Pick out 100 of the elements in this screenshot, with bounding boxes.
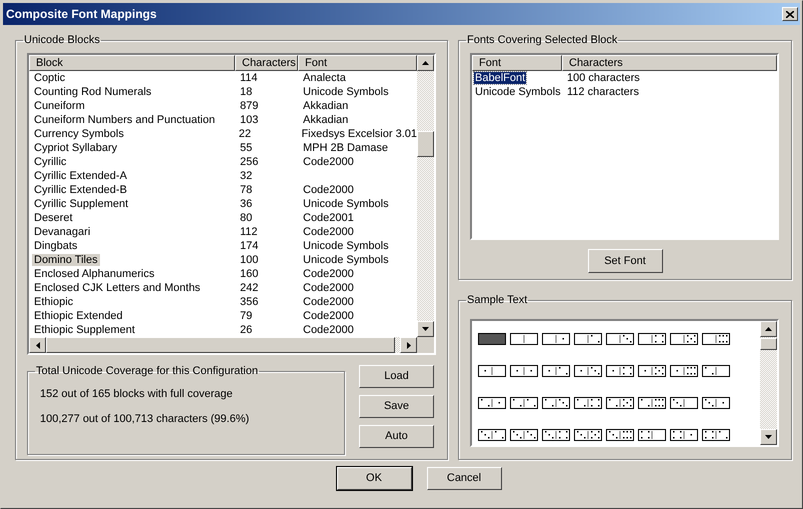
- block-name[interactable]: Cuneiform: [32, 100, 87, 112]
- character-count: 112 characters: [566, 85, 639, 99]
- group-title: Unicode Blocks: [23, 34, 101, 47]
- block-name[interactable]: Cypriot Syllabary: [32, 142, 120, 154]
- domino-tile-icon: [670, 397, 698, 409]
- domino-tile-icon: [478, 429, 506, 441]
- coverage-text: 100,277 out of 100,713 characters (99.6%): [39, 413, 250, 426]
- domino-tile-icon: [638, 333, 666, 345]
- domino-tile-icon: [574, 397, 602, 409]
- up-arrow-icon: [422, 61, 429, 65]
- block-name[interactable]: Ethiopic: [32, 296, 76, 308]
- block-name[interactable]: Cyrillic: [32, 156, 68, 168]
- domino-tile-icon: [638, 429, 666, 441]
- scroll-up-button[interactable]: [417, 55, 434, 71]
- domino-tile-icon: [670, 333, 698, 345]
- action-button[interactable]: Auto: [359, 425, 434, 448]
- close-button[interactable]: [782, 7, 798, 21]
- character-count: 55: [239, 141, 254, 155]
- block-name[interactable]: Dingbats: [32, 240, 80, 252]
- character-count: 80: [239, 211, 254, 225]
- dialog-button[interactable]: OK: [336, 467, 412, 490]
- font-name: Unicode Symbols: [302, 85, 389, 99]
- block-name[interactable]: Ethiopic Extended: [32, 310, 125, 322]
- font-name: Unicode Symbols: [302, 253, 389, 267]
- scrollbar-thumb[interactable]: [417, 131, 434, 157]
- character-count: 160: [239, 267, 260, 281]
- scroll-down-button[interactable]: [417, 321, 434, 337]
- domino-tile-icon: [542, 397, 570, 409]
- domino-tile-icon: [574, 429, 602, 441]
- block-name[interactable]: Currency Symbols: [32, 128, 126, 140]
- block-name[interactable]: Ethiopic Supplement: [32, 324, 137, 336]
- domino-tile-icon: [670, 429, 698, 441]
- scroll-up-button[interactable]: [760, 321, 777, 337]
- character-count: 100 characters: [566, 71, 640, 85]
- character-count: 100: [239, 253, 260, 267]
- domino-tile-icon: [606, 397, 634, 409]
- character-count: 356: [239, 295, 260, 309]
- column-header[interactable]: Font: [298, 55, 417, 71]
- right-arrow-icon: [406, 342, 410, 348]
- character-count: 103: [239, 113, 260, 127]
- domino-tile-icon: [606, 365, 634, 377]
- block-name[interactable]: Cyrillic Extended-B: [32, 184, 129, 196]
- domino-tile-icon: [574, 365, 602, 377]
- character-count: 36: [239, 197, 254, 211]
- domino-tile-icon: [702, 365, 730, 377]
- dialog-button[interactable]: Cancel: [426, 467, 502, 490]
- font-name: Code2000: [302, 183, 354, 197]
- domino-tile-icon: [510, 365, 538, 377]
- left-arrow-icon: [36, 342, 40, 348]
- column-header[interactable]: Characters: [562, 55, 777, 71]
- domino-tile-icon: [606, 333, 634, 345]
- font-name: Code2000: [302, 155, 354, 169]
- scrollbar-thumb[interactable]: [760, 338, 777, 350]
- domino-tile-icon: [510, 397, 538, 409]
- block-name[interactable]: Devanagari: [32, 226, 92, 238]
- domino-tile-icon: [702, 397, 730, 409]
- character-count: 78: [239, 183, 254, 197]
- character-count: 22: [238, 127, 252, 141]
- font-name: Unicode Symbols: [302, 197, 389, 211]
- block-name[interactable]: Enclosed Alphanumerics: [32, 268, 156, 280]
- window-title: Composite Font Mappings: [6, 6, 157, 23]
- close-icon: [786, 10, 794, 18]
- action-button[interactable]: Save: [359, 395, 434, 418]
- domino-back-icon: [478, 333, 506, 345]
- block-name[interactable]: Cuneiform Numbers and Punctuation: [32, 114, 217, 126]
- coverage-text: 152 out of 165 blocks with full coverage: [39, 388, 234, 401]
- column-header[interactable]: Block: [29, 55, 235, 71]
- column-header[interactable]: Characters: [235, 55, 298, 71]
- domino-tile-icon: [702, 429, 730, 441]
- character-count: 114: [239, 71, 259, 85]
- font-name: Akkadian: [302, 99, 348, 113]
- character-count: 242: [239, 281, 260, 295]
- block-name[interactable]: Cyrillic Extended-A: [32, 170, 129, 182]
- block-name[interactable]: Enclosed CJK Letters and Months: [32, 282, 202, 294]
- column-header[interactable]: Font: [472, 55, 562, 71]
- scroll-right-button[interactable]: [400, 337, 417, 353]
- scrollbar-corner: [417, 337, 434, 353]
- set-font-button[interactable]: Set Font: [588, 249, 662, 273]
- block-name[interactable]: Cyrillic Supplement: [32, 198, 130, 210]
- action-button[interactable]: Load: [359, 365, 434, 388]
- font-name: MPH 2B Damase: [302, 141, 388, 155]
- domino-tile-icon: [542, 365, 570, 377]
- block-name[interactable]: Domino Tiles: [32, 254, 100, 266]
- font-name[interactable]: BabelFont: [474, 72, 526, 84]
- character-count: 26: [239, 323, 254, 337]
- scroll-down-button[interactable]: [760, 429, 777, 445]
- font-name[interactable]: Unicode Symbols: [474, 86, 562, 98]
- block-name[interactable]: Coptic: [32, 72, 68, 84]
- down-arrow-icon: [422, 327, 429, 331]
- font-name: Code2000: [302, 323, 354, 337]
- character-count: 112: [239, 225, 259, 239]
- block-name[interactable]: Deseret: [32, 212, 75, 224]
- domino-tile-icon: [542, 333, 570, 345]
- scroll-left-button[interactable]: [29, 337, 46, 353]
- domino-tile-icon: [478, 397, 506, 409]
- block-name[interactable]: Counting Rod Numerals: [32, 86, 154, 98]
- character-count: 174: [239, 239, 260, 253]
- domino-tile-icon: [574, 333, 602, 345]
- font-name: Code2001: [302, 211, 354, 225]
- font-name: Code2000: [302, 295, 354, 309]
